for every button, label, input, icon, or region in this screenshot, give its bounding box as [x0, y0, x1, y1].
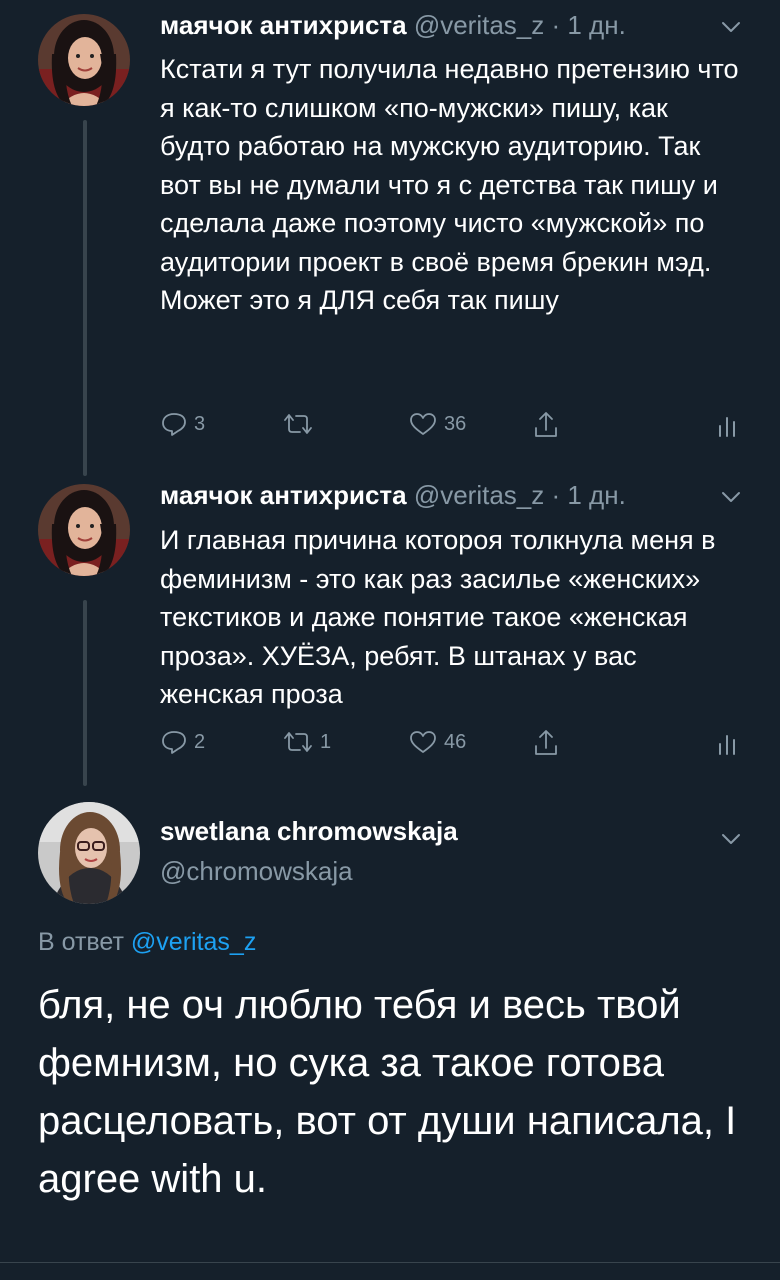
like-count: 36	[444, 412, 467, 435]
avatar[interactable]	[38, 802, 140, 904]
tweet-header: маячок антихриста @veritas_z · 1 дн.	[160, 480, 626, 511]
reply-count: 2	[194, 730, 206, 753]
share-icon	[535, 412, 557, 437]
like-button[interactable]: 46	[408, 728, 466, 756]
like-count: 46	[444, 730, 467, 753]
like-icon	[410, 731, 436, 753]
divider	[0, 1262, 780, 1263]
share-icon	[535, 730, 557, 755]
avatar[interactable]	[38, 484, 130, 576]
analytics-icon	[719, 417, 735, 437]
reply-count: 3	[194, 412, 206, 435]
reply-button[interactable]: 2	[160, 728, 205, 756]
like-icon	[410, 413, 436, 435]
author-handle[interactable]: @chromowskaja	[160, 856, 353, 887]
reply-button[interactable]: 3	[160, 410, 205, 438]
tweet-actions: 2 1 46	[160, 728, 750, 768]
avatar-woman-dark-hair-icon	[38, 484, 130, 576]
retweet-button[interactable]: 1	[282, 728, 331, 756]
main-tweet-text: бля, не оч люблю тебя и весь твой фемниз…	[38, 983, 737, 1201]
chevron-down-icon[interactable]	[718, 14, 744, 40]
analytics-button[interactable]	[716, 728, 740, 756]
thread-connector	[83, 120, 87, 476]
author-handle[interactable]: @veritas_z · 1 дн.	[414, 10, 626, 40]
tweet-text: И главная причина котороя толкнула меня …	[160, 525, 716, 709]
reply-icon	[162, 731, 186, 754]
retweet-button[interactable]	[282, 410, 320, 438]
author-name[interactable]: swetlana chromowskaja	[160, 816, 458, 847]
avatar-woman-glasses-icon	[38, 802, 140, 904]
analytics-icon	[719, 735, 735, 755]
analytics-button[interactable]	[716, 410, 740, 438]
reply-icon	[162, 413, 186, 436]
author-name[interactable]: маячок антихриста	[160, 480, 407, 510]
avatar[interactable]	[38, 14, 130, 106]
retweet-icon	[284, 414, 312, 434]
thread-connector	[83, 600, 87, 786]
retweet-count: 1	[320, 730, 332, 753]
author-handle[interactable]: @veritas_z · 1 дн.	[414, 480, 626, 510]
share-button[interactable]	[532, 728, 560, 758]
reply-context: В ответ @veritas_z	[38, 928, 256, 957]
author-name[interactable]: маячок антихриста	[160, 10, 407, 40]
tweet-actions: 3 36	[160, 410, 750, 450]
retweet-icon	[284, 732, 312, 752]
like-button[interactable]: 36	[408, 410, 466, 438]
reply-to-link[interactable]: @veritas_z	[131, 928, 256, 956]
tweet-text: Кстати я тут получила недавно претензию …	[160, 54, 739, 315]
reply-prefix: В ответ	[38, 928, 124, 956]
tweet-header: маячок антихриста @veritas_z · 1 дн.	[160, 10, 626, 41]
avatar-woman-dark-hair-icon	[38, 14, 130, 106]
chevron-down-icon[interactable]	[718, 826, 744, 852]
chevron-down-icon[interactable]	[718, 484, 744, 510]
share-button[interactable]	[532, 410, 560, 440]
